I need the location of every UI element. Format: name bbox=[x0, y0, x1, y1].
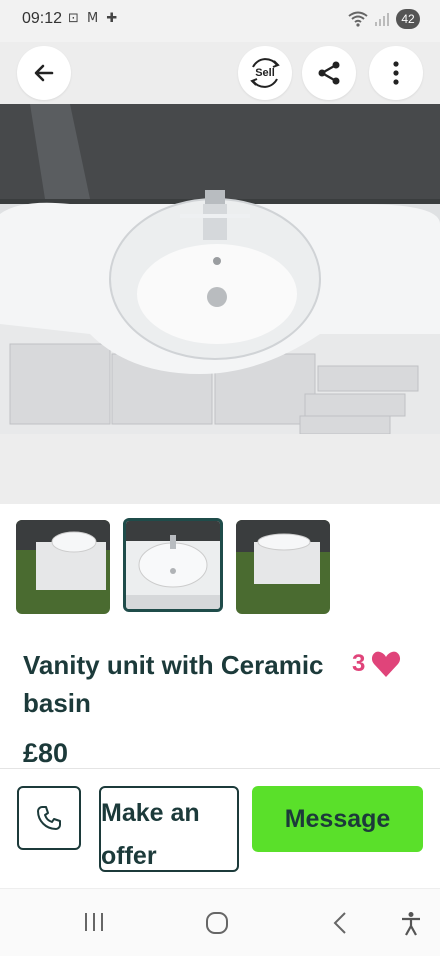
listing-price: £80 bbox=[23, 738, 69, 768]
thumbnail-3[interactable] bbox=[236, 520, 330, 614]
thumbnail-image bbox=[236, 520, 330, 614]
phone-icon bbox=[37, 806, 61, 830]
call-button[interactable] bbox=[17, 786, 81, 850]
status-time: 09:12 bbox=[22, 10, 63, 27]
back-nav-icon[interactable] bbox=[332, 911, 348, 935]
arrow-left-icon bbox=[34, 64, 54, 82]
status-bar: 09:12 ⊡ M ✚ 42 bbox=[0, 0, 440, 42]
recent-apps-icon[interactable] bbox=[83, 911, 105, 933]
system-navigation-bar bbox=[0, 888, 440, 956]
sell-button[interactable]: Sell bbox=[238, 46, 292, 100]
thumbnail-image bbox=[126, 521, 220, 609]
like-button[interactable]: 3 bbox=[352, 650, 401, 678]
listing-title: Vanity unit with Ceramic basin bbox=[23, 650, 324, 718]
wifi-icon bbox=[348, 11, 368, 27]
battery-indicator: 42 bbox=[396, 9, 420, 29]
back-button[interactable] bbox=[17, 46, 71, 100]
thumbnail-1[interactable] bbox=[16, 520, 110, 614]
thumbnail-2[interactable] bbox=[123, 518, 223, 612]
heart-icon bbox=[372, 651, 401, 677]
sell-label: Sell bbox=[255, 67, 275, 79]
share-icon bbox=[318, 61, 340, 85]
signal-icon bbox=[375, 13, 389, 26]
accessibility-icon[interactable] bbox=[400, 911, 422, 937]
home-icon[interactable] bbox=[205, 911, 229, 935]
status-right: 42 bbox=[348, 9, 420, 29]
listing-main-photo[interactable] bbox=[0, 104, 440, 434]
vanity-unit-photo bbox=[0, 104, 440, 434]
notification-icons: ⊡ M ✚ bbox=[68, 11, 120, 26]
message-button[interactable]: Message bbox=[252, 786, 423, 852]
thumbnail-image bbox=[16, 520, 110, 614]
like-count: 3 bbox=[352, 650, 366, 677]
share-button[interactable] bbox=[302, 46, 356, 100]
make-offer-button[interactable]: Make an offer bbox=[99, 786, 239, 872]
more-options-button[interactable] bbox=[369, 46, 423, 100]
photo-spacer bbox=[0, 434, 440, 504]
more-vertical-icon bbox=[393, 61, 399, 85]
